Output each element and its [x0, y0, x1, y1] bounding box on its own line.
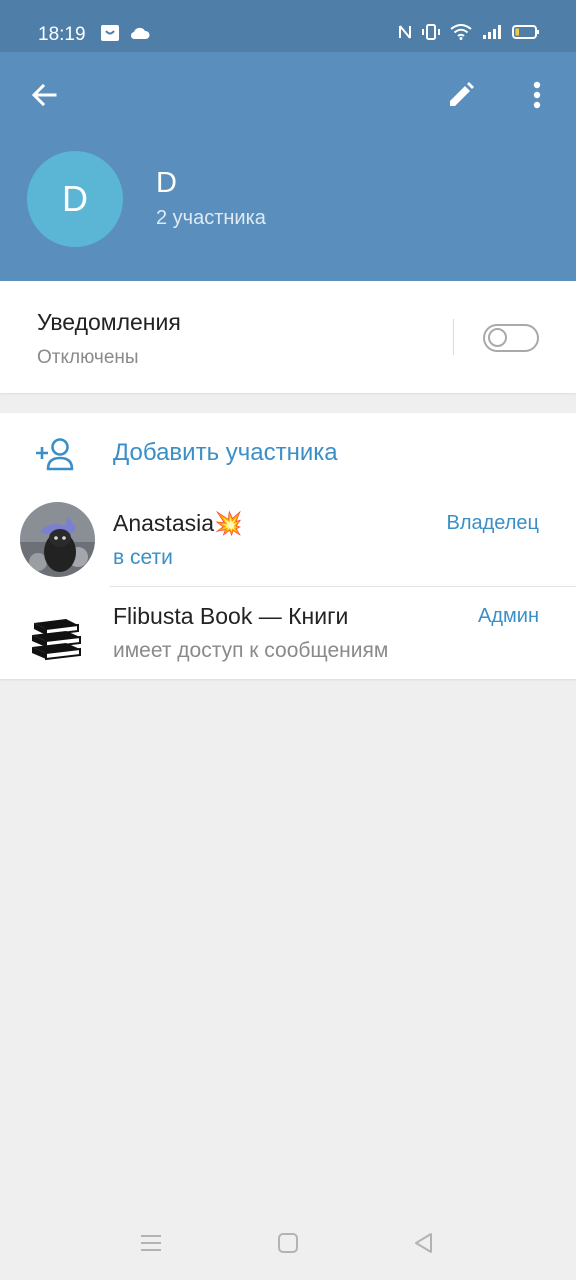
chat-header: D D 2 участника — [0, 52, 576, 281]
back-button[interactable] — [22, 75, 66, 119]
notifications-status: Отключены — [37, 347, 139, 368]
member-status: в сети — [113, 546, 173, 569]
notifications-title: Уведомления — [37, 309, 181, 335]
system-nav-bar — [0, 1210, 576, 1280]
signal-icon — [482, 24, 502, 45]
add-member-button[interactable]: Добавить участника — [0, 413, 576, 493]
battery-icon — [512, 24, 540, 45]
member-row-anastasia[interactable]: Anastasia💥 в сети Владелец — [0, 493, 576, 587]
member-name-text: Anastasia — [113, 510, 215, 536]
notifications-row[interactable]: Уведомления Отключены — [0, 281, 576, 393]
cloud-icon — [130, 26, 150, 45]
member-role-badge: Админ — [478, 605, 539, 627]
member-name: Flibusta Book — Книги — [113, 603, 349, 629]
add-user-icon — [34, 435, 78, 471]
menu-icon — [140, 1233, 162, 1258]
vibrate-icon — [422, 24, 440, 45]
back-arrow-icon — [30, 81, 58, 114]
status-time: 18:19 — [38, 24, 86, 45]
member-count: 2 участника — [156, 207, 266, 229]
recent-apps-button[interactable] — [136, 1230, 166, 1260]
more-vert-icon — [533, 81, 541, 114]
wifi-icon — [450, 24, 472, 45]
add-member-label: Добавить участника — [113, 439, 338, 466]
app-notification-icon — [100, 24, 120, 47]
member-name: Anastasia💥 — [113, 509, 243, 537]
toggle-knob — [488, 328, 507, 347]
back-triangle-icon — [413, 1232, 435, 1259]
avatar — [20, 502, 95, 577]
notifications-divider — [453, 319, 454, 355]
member-role-badge: Владелец — [446, 512, 539, 534]
books-icon — [20, 595, 95, 670]
status-bar: 18:19 — [0, 0, 576, 52]
group-avatar[interactable]: D — [27, 151, 123, 247]
home-button[interactable] — [273, 1230, 303, 1260]
group-avatar-letter: D — [62, 178, 88, 219]
home-square-icon — [277, 1232, 299, 1259]
group-title: D — [156, 167, 177, 199]
edit-button[interactable] — [439, 75, 483, 119]
system-back-button[interactable] — [409, 1230, 439, 1260]
edit-pencil-icon — [447, 81, 475, 114]
emoji-explosion-icon: 💥 — [214, 510, 243, 536]
notifications-toggle[interactable] — [483, 324, 539, 352]
members-list: Добавить участника Anastasia💥 в сети Вла… — [0, 413, 576, 679]
member-status: имеет доступ к сообщениям — [113, 639, 389, 662]
more-button[interactable] — [515, 75, 559, 119]
nfc-icon — [398, 24, 412, 45]
member-row-flibusta[interactable]: Flibusta Book — Книги имеет доступ к соо… — [0, 586, 576, 680]
